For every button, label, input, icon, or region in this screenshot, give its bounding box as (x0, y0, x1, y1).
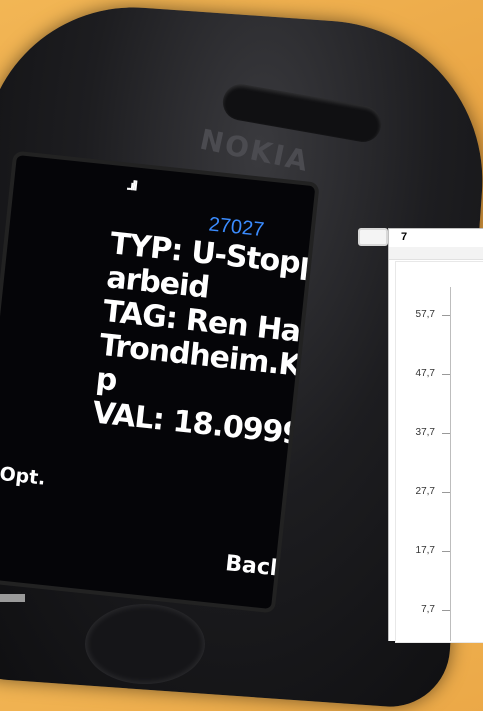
y-axis-line (450, 287, 451, 641)
y-tick-mark (442, 492, 450, 493)
y-tick-mark (442, 315, 450, 316)
navigation-key[interactable] (85, 604, 205, 684)
y-tick-mark (442, 433, 450, 434)
side-key[interactable] (0, 594, 25, 602)
y-tick-mark (442, 374, 450, 375)
phone-screen: ..ıll 27027 TYP: U-Stopp arbeid TAG: Ren… (0, 155, 316, 610)
signal-strength-icon: ..ıll (125, 176, 137, 194)
y-tick-mark (442, 551, 450, 552)
y-tick-label: 27,7 (415, 486, 435, 497)
y-tick-label: 47,7 (415, 368, 435, 379)
options-softkey[interactable]: Opt. (0, 463, 47, 490)
message-body: TYP: U-Stopp arbeid TAG: Ren Havn Trondh… (91, 226, 316, 458)
window-icon (358, 228, 388, 246)
y-tick-label: 57,7 (415, 309, 435, 320)
y-tick-mark (442, 610, 450, 611)
y-tick-label: 37,7 (415, 427, 435, 438)
y-tick-label: 17,7 (415, 545, 435, 556)
window-title: 7 (401, 231, 408, 243)
window-toolbar (389, 247, 483, 260)
chart-window: 7 57,7 47,7 37,7 27,7 17,7 7,7 (388, 228, 483, 643)
brand-logo: NOKIA (197, 122, 313, 179)
y-tick-label: 7,7 (421, 604, 435, 615)
